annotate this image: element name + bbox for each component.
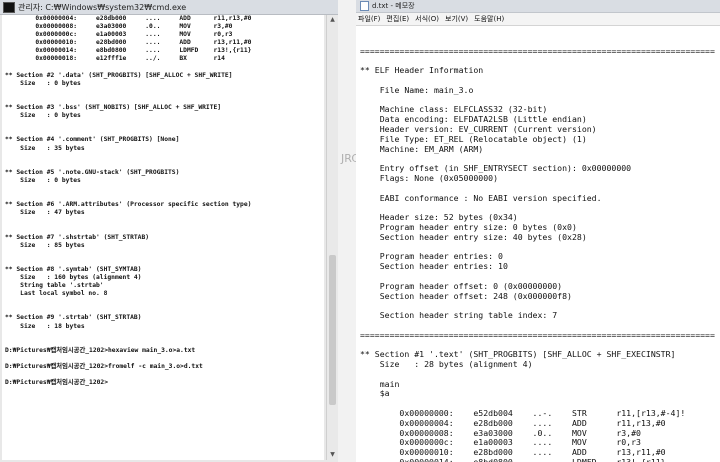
menu-file[interactable]: 파일(F) — [358, 14, 380, 24]
cmd-line — [5, 193, 324, 201]
cmd-line — [5, 355, 324, 363]
cmd-line — [5, 64, 324, 72]
cmd-scrollbar[interactable]: ▲ ▼ — [326, 15, 338, 460]
notepad-line: Flags: None (0x05000000) — [360, 172, 499, 183]
cmd-line: 0x00000010: e28bd000 .... ADD r13,r11,#0 — [5, 39, 252, 47]
cmd-line: Size : 35 bytes — [5, 144, 85, 152]
notepad-line: Section header offset: 248 (0x000000f8) — [360, 290, 572, 301]
notepad-title-text: d.txt - 메모장 — [372, 2, 415, 10]
cmd-line: Size : 0 bytes — [5, 79, 81, 87]
notepad-line: $a — [360, 388, 390, 399]
cmd-app-icon — [3, 1, 15, 13]
cmd-line — [5, 250, 324, 258]
cmd-line: ** Section #9 '.strtab' (SHT_STRTAB) — [5, 314, 142, 322]
menu-help[interactable]: 도움말(H) — [474, 14, 504, 24]
menu-format[interactable]: 서식(O) — [415, 14, 439, 24]
notepad-title-bar[interactable]: d.txt - 메모장 — [356, 0, 720, 13]
cmd-line: 0x00000018: e12fff1e ../. BX r14 — [5, 55, 225, 63]
notepad-line: Section header entries: 10 — [360, 261, 508, 272]
cmd-title-text: 관리자: C:₩Windows₩system32₩cmd.exe — [18, 2, 187, 12]
cmd-line — [5, 161, 324, 169]
scroll-down-arrow-icon[interactable]: ▼ — [327, 450, 338, 460]
menu-edit[interactable]: 편집(E) — [386, 14, 409, 24]
cmd-line: Last local symbol no. 8 — [5, 290, 108, 298]
notepad-window: d.txt - 메모장 파일(F) 편집(E) 서식(O) 보기(V) 도움말(… — [356, 0, 720, 462]
cmd-output[interactable]: 0x00000004: e28db000 .... ADD r11,r13,#0… — [2, 15, 324, 460]
cmd-line: D:₩Pictures₩캡처임시공간_1202>hexaview main_3.… — [5, 346, 196, 354]
notepad-line: EABI conformance : No EABI version speci… — [360, 192, 602, 203]
menu-view[interactable]: 보기(V) — [445, 14, 468, 24]
notepad-line: ========================================… — [360, 45, 715, 56]
cmd-line: 0x00000008: e3a03000 .0.. MOV r3,#0 — [5, 23, 233, 31]
notepad-line — [360, 27, 716, 37]
cmd-scroll-thumb[interactable] — [329, 255, 336, 405]
cmd-line — [5, 331, 324, 339]
cmd-window: 관리자: C:₩Windows₩system32₩cmd.exe 0x00000… — [0, 0, 338, 462]
cmd-line: Size : 85 bytes — [5, 241, 85, 249]
cmd-title-bar[interactable]: 관리자: C:₩Windows₩system32₩cmd.exe — [0, 0, 338, 15]
notepad-line — [360, 370, 716, 380]
notepad-line: File Name: main_3.o — [360, 84, 474, 95]
cmd-line: ** Section #8 '.symtab' (SHT_SYMTAB) — [5, 265, 142, 273]
scroll-up-arrow-icon[interactable]: ▲ — [327, 15, 338, 25]
notepad-line: main — [360, 378, 400, 389]
cmd-line: D:₩Pictures₩캡처임시공간_1202> — [5, 379, 108, 387]
notepad-menu-bar: 파일(F) 편집(E) 서식(O) 보기(V) 도움말(H) — [356, 13, 720, 26]
notepad-line: Size : 28 bytes (alignment 4) — [360, 359, 533, 370]
cmd-line: String table '.strtab' — [5, 282, 104, 290]
cmd-line — [5, 120, 324, 128]
cmd-line: 0x0000000c: e1a00003 .... MOV r0,r3 — [5, 31, 233, 39]
cmd-line — [5, 298, 324, 306]
background-window-strip: JRC — [338, 0, 356, 462]
cmd-line — [5, 96, 324, 104]
cmd-line — [5, 88, 324, 96]
cmd-line — [5, 339, 324, 347]
cmd-line: Size : 0 bytes — [5, 112, 81, 120]
cmd-line — [5, 371, 324, 379]
cmd-line: Size : 18 bytes — [5, 322, 85, 330]
cmd-line: 0x00000004: e28db000 .... ADD r11,r13,#0 — [5, 15, 252, 22]
cmd-line: ** Section #7 '.shstrtab' (SHT_STRTAB) — [5, 233, 150, 241]
notepad-line: 0x00000014: e8bd0800 .... LDMFD r13!,{r1… — [360, 457, 716, 462]
cmd-line — [5, 225, 324, 233]
cmd-line: 0x00000014: e8bd0800 .... LDMFD r13!,{r1… — [5, 47, 252, 55]
cmd-line: Size : 0 bytes — [5, 176, 81, 184]
cmd-line: ** Section #4 '.comment' (SHT_PROGBITS) … — [5, 136, 180, 144]
cmd-line: ** Section #5 '.note.GNU-stack' (SHT_PRO… — [5, 168, 180, 176]
cmd-line: Size : 47 bytes — [5, 209, 85, 217]
cmd-line: ** Section #2 '.data' (SHT_PROGBITS) [SH… — [5, 71, 233, 79]
cmd-line — [5, 185, 324, 193]
background-peek-text: JRC — [341, 152, 356, 165]
notepad-app-icon — [360, 1, 369, 11]
cmd-line — [5, 217, 324, 225]
cmd-line — [5, 258, 324, 266]
cmd-line: D:₩Pictures₩캡처임시공간_1202>fromelf -c main_… — [5, 363, 203, 371]
cmd-line: Size : 160 bytes (alignment 4) — [5, 274, 142, 281]
cmd-line — [5, 153, 324, 161]
cmd-line: ** Section #3 '.bss' (SHT_NOBITS) [SHF_A… — [5, 104, 222, 112]
notepad-line: Section header string table index: 7 — [360, 310, 558, 321]
notepad-line: ========================================… — [360, 329, 715, 340]
notepad-text-area[interactable]: ========================================… — [360, 27, 716, 462]
notepad-line: ** ELF Header Information — [360, 65, 484, 76]
notepad-line: Machine: EM_ARM (ARM) — [360, 143, 484, 154]
notepad-line: Section header entry size: 40 bytes (0x2… — [360, 231, 587, 242]
